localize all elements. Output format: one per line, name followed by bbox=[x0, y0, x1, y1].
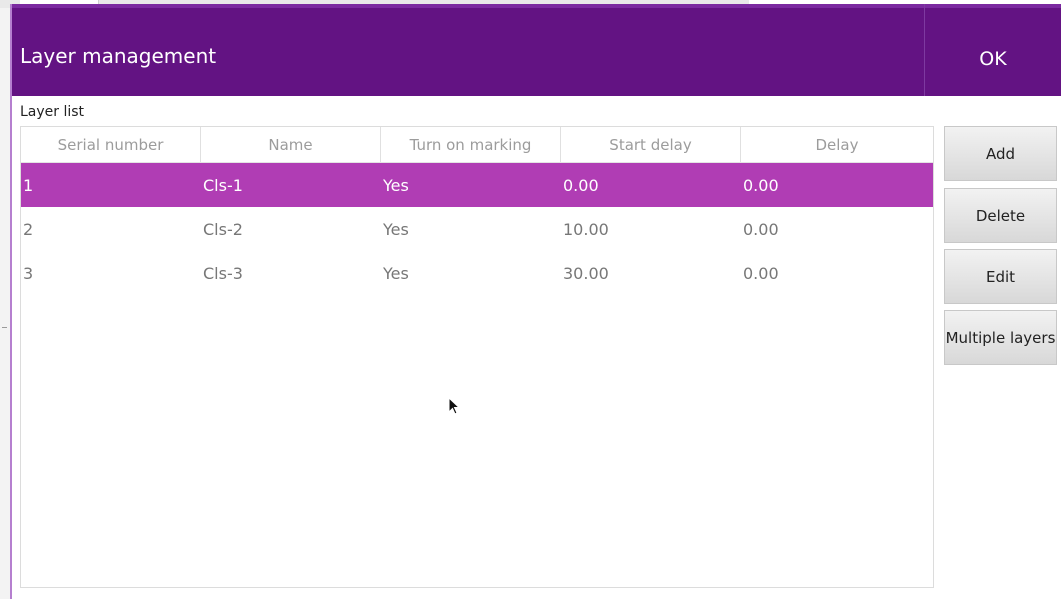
column-header-name[interactable]: Name bbox=[201, 127, 381, 162]
add-button[interactable]: Add bbox=[944, 126, 1057, 181]
delete-button[interactable]: Delete bbox=[944, 188, 1057, 243]
table-row[interactable]: 1 Cls-1 Yes 0.00 0.00 bbox=[21, 163, 933, 207]
cell-name: Cls-1 bbox=[203, 175, 243, 195]
table-row[interactable]: 3 Cls-3 Yes 30.00 0.00 bbox=[21, 251, 933, 295]
layer-management-dialog: Layer management OK Layer list Serial nu… bbox=[10, 4, 1061, 599]
ok-button[interactable]: OK bbox=[924, 4, 1061, 96]
cell-start-delay: 10.00 bbox=[563, 219, 609, 239]
cell-turn-on-marking: Yes bbox=[383, 175, 409, 195]
multiple-layers-button[interactable]: Multiple layers bbox=[944, 310, 1057, 365]
table-row[interactable]: 2 Cls-2 Yes 10.00 0.00 bbox=[21, 207, 933, 251]
column-header-delay[interactable]: Delay bbox=[741, 127, 933, 162]
edit-button[interactable]: Edit bbox=[944, 249, 1057, 304]
cell-turn-on-marking: Yes bbox=[383, 263, 409, 283]
cell-delay: 0.00 bbox=[743, 263, 779, 283]
cell-start-delay: 0.00 bbox=[563, 175, 599, 195]
title-bar-accent bbox=[12, 4, 1061, 8]
layer-table: Serial number Name Turn on marking Start… bbox=[20, 126, 934, 588]
cell-serial-number: 2 bbox=[23, 219, 34, 239]
cell-serial-number: 3 bbox=[23, 263, 34, 283]
column-header-turn-on-marking[interactable]: Turn on marking bbox=[381, 127, 561, 162]
cell-serial-number: 1 bbox=[23, 175, 34, 195]
cell-delay: 0.00 bbox=[743, 219, 779, 239]
dialog-title: Layer management bbox=[20, 44, 217, 68]
title-bar: Layer management OK bbox=[12, 4, 1061, 96]
table-body: 1 Cls-1 Yes 0.00 0.00 2 Cls-2 Yes 10.00 … bbox=[21, 163, 933, 295]
layer-list-label: Layer list bbox=[20, 104, 85, 120]
cell-name: Cls-3 bbox=[203, 263, 243, 283]
cell-name: Cls-2 bbox=[203, 219, 243, 239]
cell-start-delay: 30.00 bbox=[563, 263, 609, 283]
cell-delay: 0.00 bbox=[743, 175, 779, 195]
cell-turn-on-marking: Yes bbox=[383, 219, 409, 239]
background-divider bbox=[2, 327, 7, 328]
table-header: Serial number Name Turn on marking Start… bbox=[21, 127, 933, 163]
column-header-serial-number[interactable]: Serial number bbox=[21, 127, 201, 162]
column-header-start-delay[interactable]: Start delay bbox=[561, 127, 741, 162]
mouse-pointer-icon bbox=[448, 397, 461, 415]
